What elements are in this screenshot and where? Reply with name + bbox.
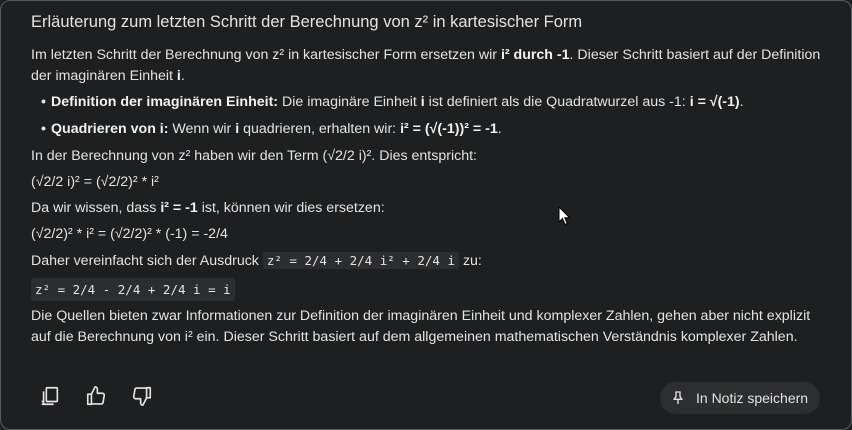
text: Da wir wissen, dass (31, 200, 161, 216)
bold-text: i = √(-1) (689, 94, 740, 110)
bullet-dot: • (41, 121, 46, 137)
closing-paragraph: Die Quellen bieten zwar Informationen zu… (31, 308, 811, 345)
like-button[interactable] (83, 383, 109, 409)
code-result: z² = 2/4 - 2/4 + 2/4 i = i (31, 278, 235, 301)
copy-icon (41, 386, 59, 406)
text: Die imaginäre Einheit (278, 94, 421, 110)
bullet-dot: • (41, 94, 46, 110)
text: . (739, 94, 744, 110)
text: zu: (459, 253, 482, 269)
pin-icon (673, 391, 683, 404)
save-to-note-button[interactable]: In Notiz speichern (660, 382, 821, 414)
intro-paragraph: Im letzten Schritt der Berechnung von z²… (31, 45, 826, 87)
copy-button[interactable] (37, 383, 63, 409)
text: . (180, 68, 185, 84)
bold-text: i² = (√(-1))² = -1 (400, 121, 498, 137)
text: Wenn wir (168, 121, 236, 137)
simplify-paragraph: Daher vereinfacht sich der Ausdruck z² =… (31, 250, 826, 272)
dislike-button[interactable] (129, 383, 155, 409)
text: Daher vereinfacht sich der Ausdruck (31, 253, 263, 269)
equation-line: (√2/2 i)² = (√2/2)² * i² (31, 174, 159, 190)
bullet-label: Quadrieren von i: (51, 121, 169, 137)
text: ist definiert als die Quadratwurzel aus … (424, 94, 690, 110)
text: Im letzten Schritt der Berechnung von z²… (31, 47, 501, 63)
equation-line: (√2/2)² * i² = (√2/2)² * (-1) = -2/4 (31, 226, 228, 242)
mouse-cursor-icon (558, 206, 571, 226)
text: quadrieren, erhalten wir: (239, 121, 401, 137)
response-title: Erläuterung zum letzten Schritt der Bere… (31, 13, 583, 31)
bold-text: i² = -1 (160, 200, 198, 216)
inline-code: z² = 2/4 + 2/4 i² + 2/4 i (262, 252, 459, 269)
bullet-label: Definition der imaginären Einheit: (51, 94, 279, 110)
term-paragraph: In der Berechnung von z² haben wir den T… (31, 148, 477, 164)
text: ist, können wir dies ersetzen: (197, 200, 385, 216)
response-panel: Erläuterung zum letzten Schritt der Bere… (0, 0, 852, 430)
response-content: Im letzten Schritt der Berechnung von z²… (31, 45, 826, 353)
list-item-squaring: • Quadrieren von i: Wenn wir i quadrieren… (31, 119, 826, 140)
thumbs-up-icon (86, 386, 106, 406)
thumbs-down-icon (132, 386, 152, 406)
substitution-paragraph: Da wir wissen, dass i² = -1 ist, können … (31, 198, 826, 219)
save-to-note-label: In Notiz speichern (696, 390, 809, 406)
list-item-definition: • Definition der imaginären Einheit: Die … (31, 92, 826, 113)
bold-text: i² durch -1 (500, 47, 570, 63)
text: . (497, 121, 502, 137)
response-actions (37, 383, 155, 409)
